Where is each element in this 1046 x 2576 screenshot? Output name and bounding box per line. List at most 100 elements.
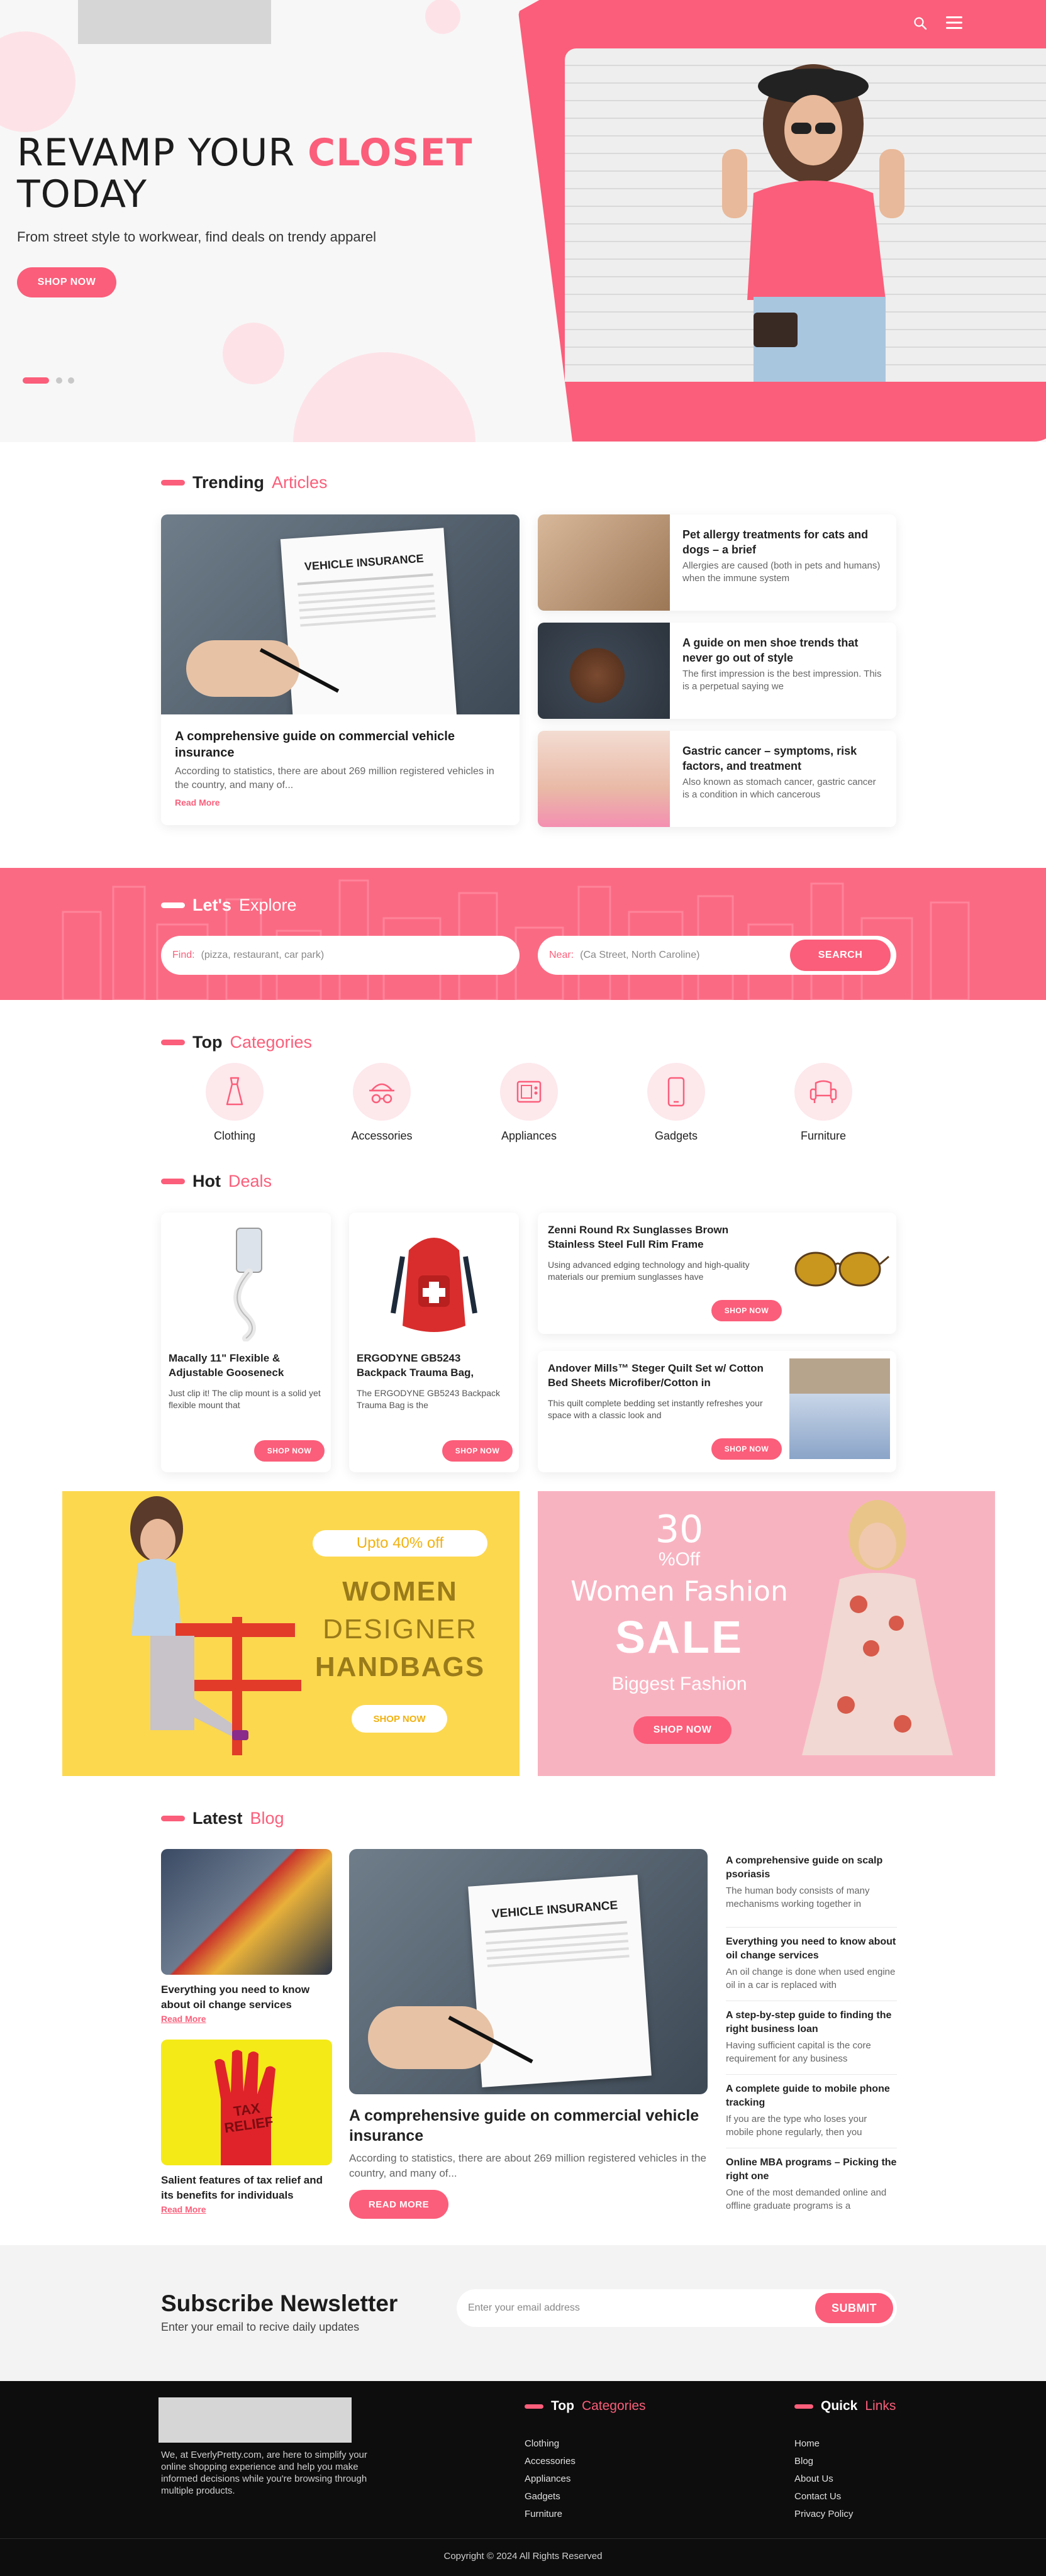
footer-category-link[interactable]: Gadgets (525, 2488, 576, 2506)
trending-side-card[interactable]: Pet allergy treatments for cats and dogs… (538, 514, 896, 611)
footer-quick-link[interactable]: Home (794, 2435, 853, 2453)
handbags-discount-badge: Upto 40% off (313, 1530, 487, 1557)
heading-dash (161, 1179, 185, 1184)
deal-excerpt: This quilt complete bedding set instantl… (548, 1398, 763, 1420)
deal-card-vertical[interactable]: Macally 11" Flexible & Adjustable Goosen… (161, 1213, 331, 1472)
armchair-icon (794, 1063, 852, 1121)
deal-title[interactable]: Andover Mills™ Steger Quilt Set w/ Cotto… (548, 1361, 771, 1390)
category-label: Clothing (213, 1130, 256, 1142)
trending-side-card[interactable]: Gastric cancer – symptoms, risk factors,… (538, 731, 896, 827)
women-fashion-banner[interactable]: 30 %Off Women Fashion SALE Biggest Fashi… (538, 1491, 995, 1776)
footer-links-bold: Quick (821, 2399, 858, 2413)
trending-heading-bold: Trending (192, 473, 264, 492)
footer-category-link[interactable]: Clothing (525, 2435, 576, 2453)
logo-placeholder[interactable] (78, 0, 271, 44)
deal-card-horizontal[interactable]: Andover Mills™ Steger Quilt Set w/ Cotto… (538, 1351, 896, 1472)
blog-list-excerpt: The human body consists of many mechanis… (726, 1885, 870, 1909)
footer-category-link[interactable]: Appliances (525, 2470, 576, 2488)
blog-small-title[interactable]: Everything you need to know about oil ch… (161, 1982, 332, 2012)
find-placeholder: (pizza, restaurant, car park) (201, 950, 325, 960)
footer-quick-link[interactable]: About Us (794, 2470, 853, 2488)
vehicle-insurance-image: VEHICLE INSURANCE (349, 1849, 708, 2094)
deals-heading-light: Deals (228, 1172, 272, 1191)
blog-small-read-more[interactable]: Read More (161, 2014, 332, 2024)
deal-title[interactable]: Macally 11" Flexible & Adjustable Goosen… (169, 1351, 323, 1380)
hero-slide-dot[interactable] (68, 377, 74, 384)
footer-categories-heading: Top Categories (525, 2399, 646, 2414)
footer-category-link[interactable]: Furniture (525, 2506, 576, 2523)
deals-heading-bold: Hot (192, 1172, 221, 1191)
hero-slide-dot-active[interactable] (23, 377, 49, 384)
deal-card-vertical[interactable]: ERGODYNE GB5243 Backpack Trauma Bag, The… (349, 1213, 519, 1472)
blog-list-item[interactable]: A comprehensive guide on scalp psoriasis… (726, 1854, 897, 1928)
fashion-shop-now-button[interactable]: SHOP NOW (633, 1716, 732, 1744)
category-item-accessories[interactable]: Accessories (350, 1063, 413, 1143)
category-item-appliances[interactable]: Appliances (498, 1063, 560, 1143)
copyright-text: Copyright © 2024 All Rights Reserved (443, 2551, 603, 2562)
hero-section: REVAMP YOUR CLOSET TODAY From street sty… (0, 0, 1046, 442)
blog-small-card[interactable]: TAX RELIEF Salient features of tax relie… (161, 2040, 332, 2214)
trending-main-read-more[interactable]: Read More (175, 797, 506, 808)
blog-list-title[interactable]: A complete guide to mobile phone trackin… (726, 2082, 897, 2110)
fashion-line1: Women Fashion (570, 1575, 788, 1607)
blog-list-item[interactable]: A step-by-step guide to finding the righ… (726, 2001, 897, 2075)
category-item-gadgets[interactable]: Gadgets (645, 1063, 708, 1143)
deal-excerpt: Using advanced edging technology and hig… (548, 1260, 750, 1282)
footer-category-link[interactable]: Accessories (525, 2453, 576, 2470)
deal-title[interactable]: Zenni Round Rx Sunglasses Brown Stainles… (548, 1223, 771, 1252)
explore-heading-light: Explore (238, 896, 297, 914)
submit-button[interactable]: SUBMIT (815, 2293, 893, 2323)
blog-list-item[interactable]: Everything you need to know about oil ch… (726, 1928, 897, 2001)
heading-dash (161, 480, 185, 486)
hero-shop-now-button[interactable]: SHOP NOW (17, 267, 116, 297)
blog-list: A comprehensive guide on scalp psoriasis… (726, 1854, 897, 2218)
deal-card-horizontal[interactable]: Zenni Round Rx Sunglasses Brown Stainles… (538, 1213, 896, 1334)
footer-about-text: We, at EverlyPretty.com, are here to sim… (161, 2450, 367, 2496)
blog-main-card[interactable]: VEHICLE INSURANCE A comprehensive guide … (349, 1849, 708, 2219)
explore-section: Let's Explore Find: (pizza, restaurant, … (0, 868, 1046, 1000)
deal-shop-now-button[interactable]: SHOP NOW (442, 1440, 513, 1462)
hero-slide-dot[interactable] (56, 377, 62, 384)
footer-quick-link[interactable]: Contact Us (794, 2488, 853, 2506)
blog-list-item[interactable]: A complete guide to mobile phone trackin… (726, 2075, 897, 2148)
blog-small-read-more[interactable]: Read More (161, 2204, 332, 2214)
footer-quick-link[interactable]: Blog (794, 2453, 853, 2470)
trending-main-card[interactable]: VEHICLE INSURANCE A comprehensive guide … (161, 514, 520, 825)
category-label: Appliances (501, 1130, 557, 1142)
hamburger-menu-icon[interactable] (946, 15, 962, 30)
trending-main-excerpt: According to statistics, there are about… (175, 766, 494, 791)
trending-side-title[interactable]: Gastric cancer – symptoms, risk factors,… (682, 743, 884, 774)
deal-shop-now-button[interactable]: SHOP NOW (254, 1440, 325, 1462)
trending-side-title[interactable]: A guide on men shoe trends that never go… (682, 635, 884, 665)
deal-shop-now-button[interactable]: SHOP NOW (711, 1438, 782, 1460)
blog-heading-bold: Latest (192, 1809, 243, 1828)
hat-glasses-icon (353, 1063, 411, 1121)
handbags-banner[interactable]: Upto 40% off WOMEN DESIGNER HANDBAGS SHO… (62, 1491, 520, 1776)
blog-small-card[interactable]: Everything you need to know about oil ch… (161, 1849, 332, 2024)
blog-list-title[interactable]: A comprehensive guide on scalp psoriasis (726, 1854, 897, 1882)
blog-small-title[interactable]: Salient features of tax relief and its b… (161, 2173, 332, 2203)
tax-relief-image: TAX RELIEF (161, 2040, 332, 2165)
blog-list-item[interactable]: Online MBA programs – Picking the right … (726, 2148, 897, 2218)
handbags-shop-now-button[interactable]: SHOP NOW (352, 1705, 447, 1733)
blog-main-title[interactable]: A comprehensive guide on commercial vehi… (349, 2106, 708, 2146)
explore-heading-bold: Let's (192, 896, 231, 914)
email-placeholder: Enter your email address (468, 2302, 580, 2313)
blog-list-title[interactable]: Online MBA programs – Picking the right … (726, 2156, 897, 2184)
trending-main-title[interactable]: A comprehensive guide on commercial vehi… (175, 728, 506, 761)
blog-list-title[interactable]: Everything you need to know about oil ch… (726, 1935, 897, 1963)
category-item-furniture[interactable]: Furniture (792, 1063, 855, 1143)
footer-quick-link[interactable]: Privacy Policy (794, 2506, 853, 2523)
deal-shop-now-button[interactable]: SHOP NOW (711, 1300, 782, 1321)
find-field[interactable]: Find: (pizza, restaurant, car park) (161, 936, 520, 975)
category-item-clothing[interactable]: Clothing (203, 1063, 266, 1143)
blog-read-more-button[interactable]: READ MORE (349, 2190, 448, 2219)
deal-title[interactable]: ERGODYNE GB5243 Backpack Trauma Bag, (357, 1351, 511, 1380)
trending-side-card[interactable]: A guide on men shoe trends that never go… (538, 623, 896, 719)
footer-logo-placeholder[interactable] (159, 2397, 352, 2443)
blog-list-title[interactable]: A step-by-step guide to finding the righ… (726, 2009, 897, 2036)
search-icon[interactable] (913, 16, 927, 30)
near-placeholder: (Ca Street, North Caroline) (580, 950, 700, 960)
trending-side-title[interactable]: Pet allergy treatments for cats and dogs… (682, 527, 884, 557)
search-button[interactable]: SEARCH (790, 940, 891, 971)
